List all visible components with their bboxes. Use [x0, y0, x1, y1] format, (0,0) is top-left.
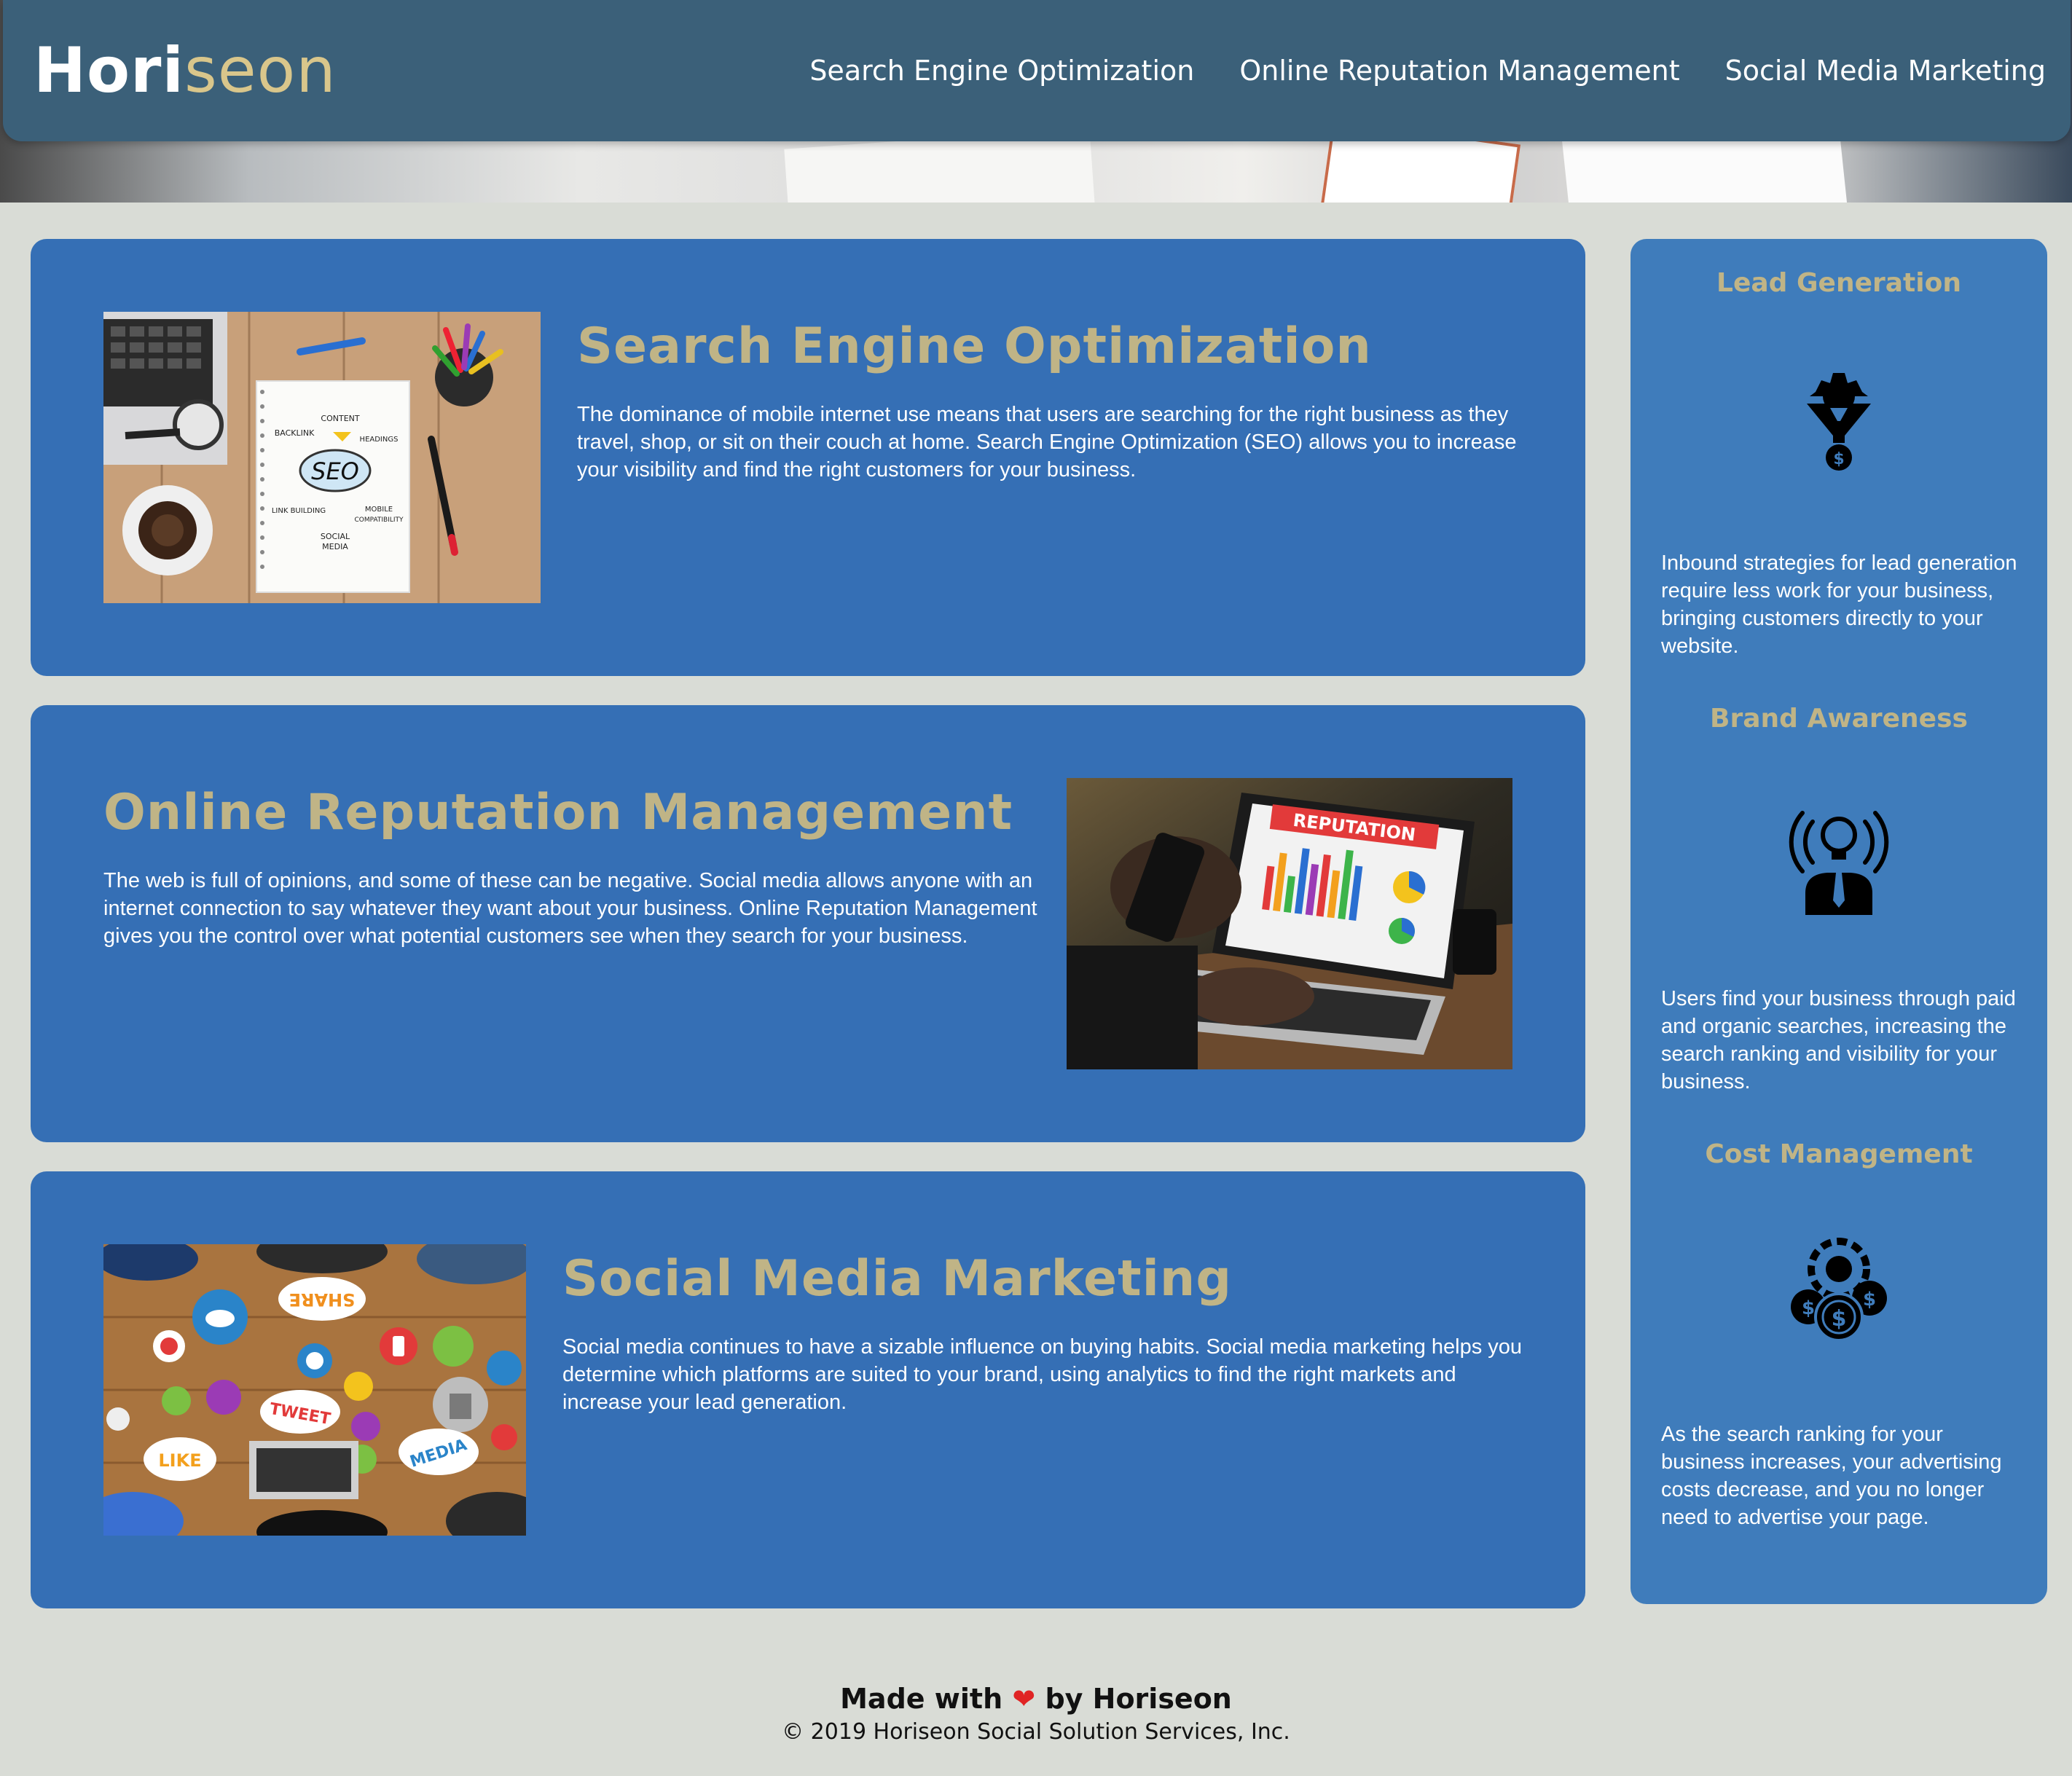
benefit-lead-generation: Lead Generation $ Inbound strategies for…: [1630, 268, 2047, 658]
seo-image: SEO CONTENT BACKLINK HEADINGS LINK BUILD…: [103, 312, 541, 603]
main-content: SEO CONTENT BACKLINK HEADINGS LINK BUILD…: [31, 239, 1585, 1638]
social-media-text: Social media continues to have a sizable…: [562, 1335, 1523, 1414]
benefit-cost-management: Cost Management $ $ $ As the search rank…: [1630, 1139, 2047, 1529]
cost-coins-icon: $ $ $: [1791, 1238, 1887, 1342]
footer-made-with: Made with ❤ by Horiseon: [840, 1683, 1232, 1715]
svg-text:$: $: [1833, 450, 1844, 468]
svg-text:$: $: [1832, 1306, 1847, 1332]
nav-link-reputation[interactable]: Online Reputation Management: [1239, 55, 1679, 87]
svg-text:COMPATIBILITY: COMPATIBILITY: [354, 516, 404, 524]
svg-text:BACKLINK: BACKLINK: [275, 428, 315, 438]
footer-copyright: © 2019 Horiseon Social Solution Services…: [782, 1719, 1290, 1745]
seo-title: Search Engine Optimization: [577, 318, 1372, 375]
svg-text:SOCIAL: SOCIAL: [321, 532, 350, 541]
site-header: Horiseon Search Engine Optimization Onli…: [3, 0, 2071, 141]
social-media-section: SHARE TWEET MEDIA LIKE Social Media Mark…: [31, 1171, 1585, 1608]
benefit-cost-title: Cost Management: [1705, 1139, 1973, 1169]
site-footer: Made with ❤ by Horiseon © 2019 Horiseon …: [0, 1683, 2072, 1745]
main-nav: Search Engine Optimization Online Reputa…: [809, 55, 2046, 87]
social-media-title: Social Media Marketing: [562, 1250, 1233, 1308]
benefit-brand-title: Brand Awareness: [1710, 704, 1968, 734]
svg-text:$: $: [1863, 1289, 1876, 1311]
reputation-section: Online Reputation Management The web is …: [31, 705, 1585, 1142]
benefit-brand-awareness: Brand Awareness Users find your business…: [1630, 704, 2047, 1093]
reputation-title: Online Reputation Management: [103, 784, 1013, 841]
nav-link-seo[interactable]: Search Engine Optimization: [809, 55, 1194, 87]
logo[interactable]: Horiseon: [34, 34, 337, 107]
svg-text:CONTENT: CONTENT: [321, 414, 359, 423]
benefit-cost-text: As the search ranking for your business …: [1661, 1423, 2002, 1529]
seo-section: SEO CONTENT BACKLINK HEADINGS LINK BUILD…: [31, 239, 1585, 676]
benefit-lead-text: Inbound strategies for lead generation r…: [1661, 551, 2017, 658]
nav-link-social-media[interactable]: Social Media Marketing: [1725, 55, 2046, 87]
benefits-sidebar: Lead Generation $ Inbound strategies for…: [1630, 239, 2047, 1604]
brand-lightbulb-icon: [1789, 811, 1889, 915]
svg-text:MEDIA: MEDIA: [322, 542, 348, 551]
benefit-brand-text: Users find your business through paid an…: [1661, 987, 2016, 1093]
social-media-image: SHARE TWEET MEDIA LIKE: [103, 1244, 526, 1536]
svg-text:LINK BUILDING: LINK BUILDING: [272, 507, 326, 515]
seo-image-word-seo: SEO: [311, 457, 359, 485]
heart-icon: ❤: [1012, 1683, 1036, 1715]
svg-text:MOBILE: MOBILE: [365, 506, 393, 514]
lead-funnel-icon: $: [1807, 373, 1871, 471]
svg-text:HEADINGS: HEADINGS: [360, 436, 399, 444]
benefit-lead-title: Lead Generation: [1716, 268, 1961, 298]
seo-text: The dominance of mobile internet use mea…: [577, 403, 1517, 482]
reputation-text: The web is full of opinions, and some of…: [103, 869, 1037, 948]
reputation-image: REPUTATION: [1067, 778, 1512, 1069]
smm-image-word-like: LIKE: [158, 1450, 201, 1471]
svg-text:$: $: [1802, 1297, 1815, 1319]
smm-image-word-share: SHARE: [289, 1289, 356, 1310]
